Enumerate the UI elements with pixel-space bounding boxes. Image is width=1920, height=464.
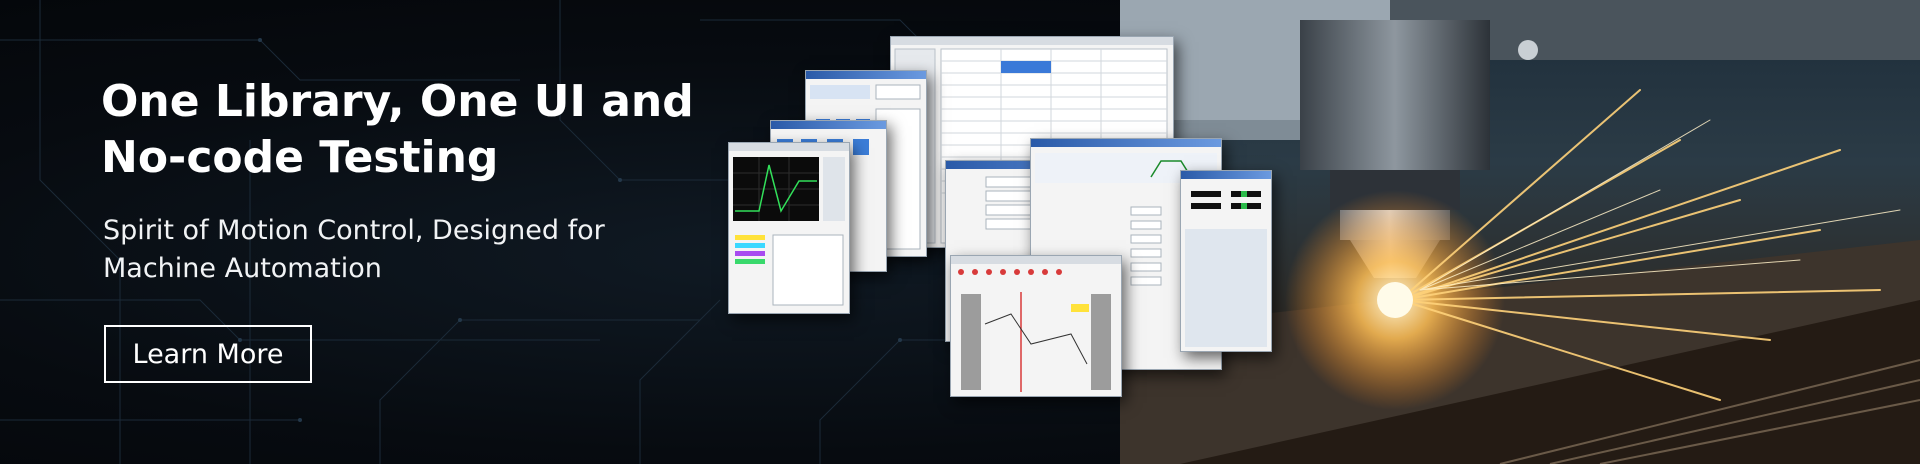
software-screenshots-collage bbox=[720, 30, 1280, 410]
headline: One Library, One UI and No-code Testing bbox=[101, 76, 694, 183]
screenshot-timing-diagram bbox=[950, 255, 1122, 397]
screenshot-oscilloscope bbox=[728, 142, 850, 314]
screenshot-status-panel bbox=[1180, 170, 1272, 352]
hero-banner: One Library, One UI and No-code Testing … bbox=[0, 0, 1920, 464]
learn-more-button[interactable]: Learn More bbox=[104, 325, 312, 383]
subheadline: Spirit of Motion Control, Designed for M… bbox=[103, 215, 605, 284]
